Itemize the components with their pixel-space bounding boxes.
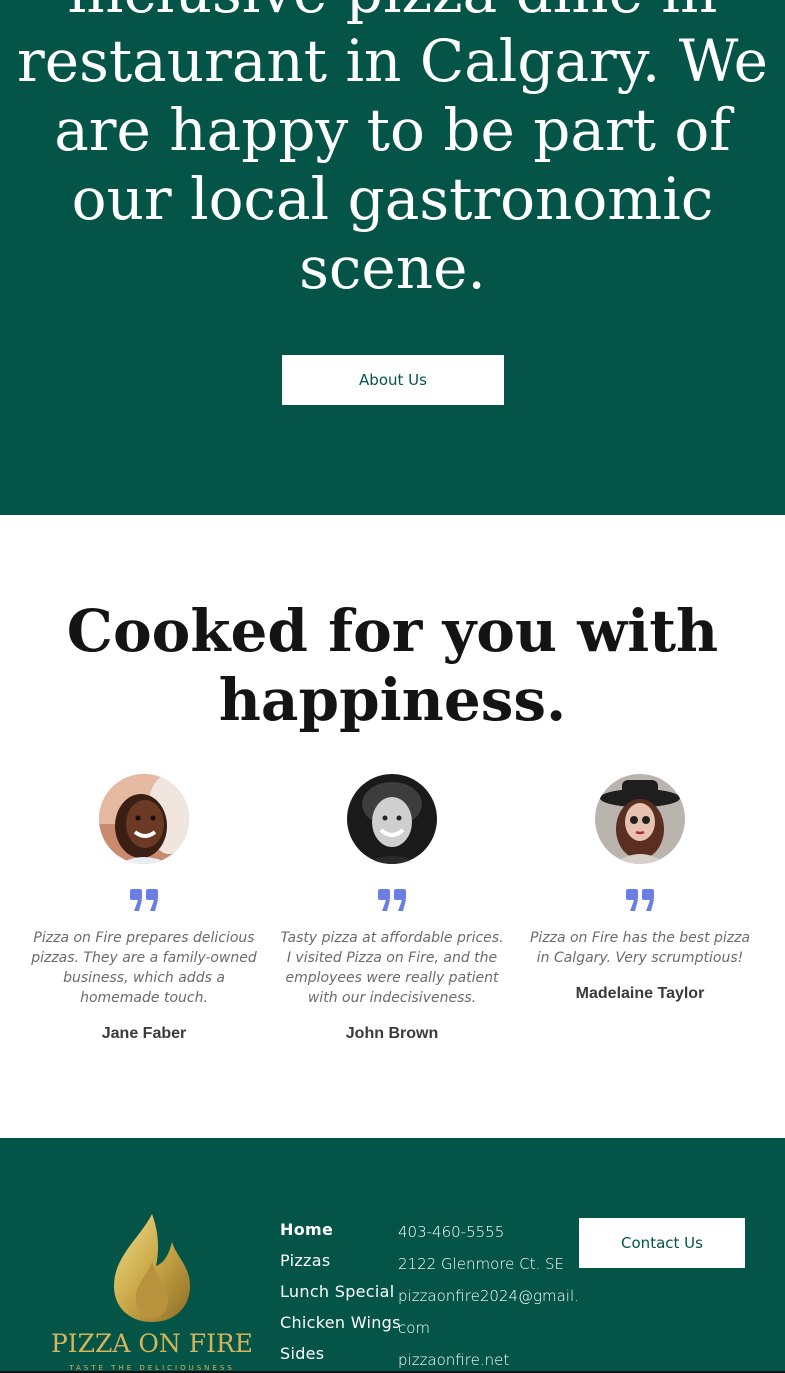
testimonial-quote: Tasty pizza at affordable prices. I visi… xyxy=(280,930,504,1006)
hero-heading-line: are happy to be part of xyxy=(54,96,731,164)
pizza-on-fire-logo[interactable]: PIZZA ON FIRE TASTE THE DELICIOUSNESS xyxy=(44,1212,260,1372)
testimonials-heading: Cooked for you with happiness. xyxy=(0,597,785,735)
quote-icon xyxy=(626,889,654,911)
avatar xyxy=(595,774,685,864)
about-us-button[interactable]: About Us xyxy=(282,355,504,405)
footer-nav: Home Pizzas Lunch Special Chicken Wings … xyxy=(280,1214,401,1369)
svg-text:PIZZA ON FIRE: PIZZA ON FIRE xyxy=(51,1329,253,1358)
quote-icon xyxy=(130,889,158,911)
phone-number[interactable]: 403-460-5555 xyxy=(398,1216,573,1248)
address: 2122 Glenmore Ct. SE xyxy=(398,1255,564,1273)
testimonials-heading-line: Cooked for you with xyxy=(66,597,719,665)
hero-heading-line: inclusive pizza dine in xyxy=(0,0,785,27)
testimonial-quote: Pizza on Fire has the best pizza in Calg… xyxy=(529,930,751,966)
flame-icon xyxy=(114,1214,190,1322)
footer-nav-pizzas[interactable]: Pizzas xyxy=(280,1245,401,1276)
footer-nav-chicken-wings[interactable]: Chicken Wings xyxy=(280,1307,401,1338)
footer-nav-sides[interactable]: Sides xyxy=(280,1338,401,1369)
testimonial-card: Tasty pizza at affordable prices. I visi… xyxy=(277,774,507,1043)
hero-heading: inclusive pizza dine in restaurant in Ca… xyxy=(0,0,785,303)
avatar xyxy=(99,774,189,864)
testimonials-section: Cooked for you with happiness. Pizza on … xyxy=(0,515,785,1138)
quote-icon xyxy=(378,889,406,911)
testimonial-name: John Brown xyxy=(345,1025,439,1042)
testimonial-name: Madelaine Taylor xyxy=(575,985,705,1002)
avatar xyxy=(347,774,437,864)
testimonial-card: Pizza on Fire has the best pizza in Calg… xyxy=(525,774,755,1003)
hero-heading-line: our local gastronomic xyxy=(71,165,714,233)
testimonial-name: Jane Faber xyxy=(101,1025,187,1042)
email-line-2[interactable]: com xyxy=(398,1312,573,1344)
hero-heading-line: restaurant in Calgary. We xyxy=(17,27,768,95)
contact-us-button[interactable]: Contact Us xyxy=(579,1218,745,1268)
testimonials-heading-line: happiness. xyxy=(218,666,567,734)
hero-section: inclusive pizza dine in restaurant in Ca… xyxy=(0,0,785,515)
hero-heading-line: scene. xyxy=(299,234,486,302)
site-footer: PIZZA ON FIRE TASTE THE DELICIOUSNESS Ho… xyxy=(0,1138,785,1373)
testimonial-card: Pizza on Fire prepares delicious pizzas.… xyxy=(29,774,259,1043)
website-link[interactable]: pizzaonfire.net xyxy=(398,1344,573,1373)
footer-nav-lunch-special[interactable]: Lunch Special xyxy=(280,1276,401,1307)
footer-nav-home[interactable]: Home xyxy=(280,1214,401,1245)
contact-info: 403-460-5555 2122 Glenmore Ct. SE pizzao… xyxy=(398,1216,579,1373)
testimonial-quote: Pizza on Fire prepares delicious pizzas.… xyxy=(31,930,257,1006)
svg-text:TASTE THE DELICIOUSNESS: TASTE THE DELICIOUSNESS xyxy=(68,1364,234,1372)
email-line-1[interactable]: pizzaonfire2024@gmail. xyxy=(398,1280,579,1312)
